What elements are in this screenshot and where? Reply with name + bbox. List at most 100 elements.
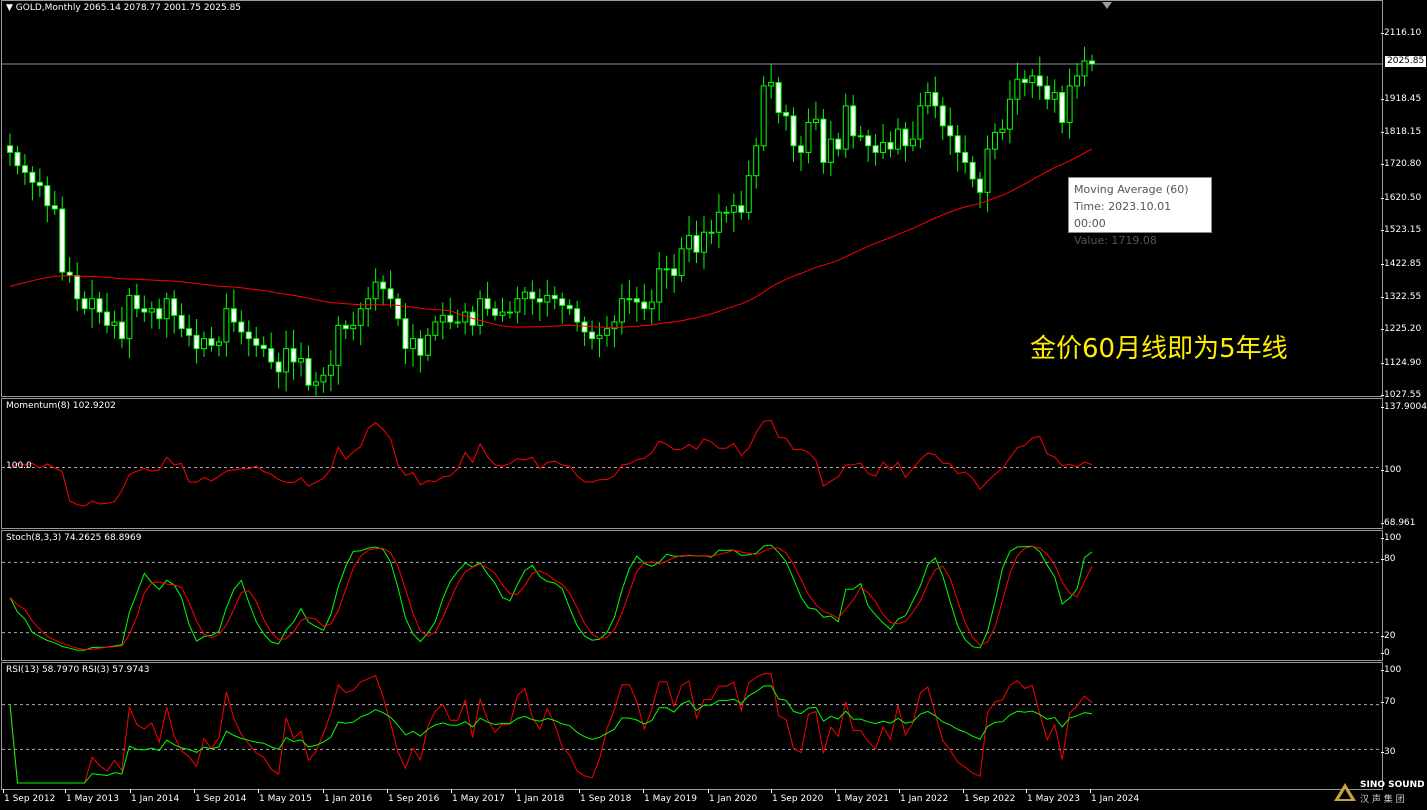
logo-text: SINO SOUND — [1360, 780, 1425, 790]
candle-body — [835, 138, 842, 150]
candle-body — [984, 148, 991, 193]
momentum-line — [9, 419, 1093, 507]
candle-body — [7, 145, 13, 153]
time-axis-label: 1 Jan 2018 — [514, 789, 565, 804]
candle-body — [118, 321, 125, 340]
candle-body — [238, 321, 245, 333]
time-axis-label: 1 Jan 2020 — [707, 789, 758, 804]
symbol-label: GOLD,Monthly — [15, 3, 81, 13]
price-tick: 1225.20 — [1380, 324, 1422, 335]
rsi-tick: 70 — [1380, 697, 1396, 707]
candle-body — [753, 145, 760, 177]
stochastic-tick: 100 — [1380, 533, 1402, 543]
candle-body — [171, 298, 178, 316]
candle-body — [253, 338, 260, 346]
candle-body — [312, 381, 319, 386]
candle-body — [544, 294, 551, 303]
candle-body — [999, 128, 1006, 133]
stochastic-tick: 80 — [1380, 554, 1396, 564]
candle-body — [842, 105, 849, 150]
candle-body — [939, 105, 946, 127]
candle-body — [163, 298, 170, 320]
momentum-tick: 68.961 — [1381, 518, 1416, 528]
stochastic-tick: 20 — [1380, 631, 1396, 641]
candle-body — [357, 308, 364, 326]
candle-body — [74, 274, 81, 300]
candle-body — [81, 298, 88, 310]
candle-body — [66, 271, 73, 276]
candle-body — [417, 338, 424, 356]
time-axis-label: 1 Jan 2022 — [898, 789, 949, 804]
sino-sound-logo: SINO SOUND 汉 声 集 团 — [1330, 779, 1427, 809]
candle-body — [902, 128, 909, 147]
candle-body — [850, 105, 857, 137]
momentum-tick: 137.9004 — [1381, 402, 1427, 412]
candle-body — [193, 334, 200, 350]
candle-body — [432, 321, 439, 336]
price-tick: 1720.80 — [1380, 159, 1422, 170]
rsi-pane[interactable]: RSI(13) 58.7970 RSI(3) 57.9743 — [1, 662, 1383, 790]
momentum-scale[interactable]: 137.9004 100 68.961 — [1380, 398, 1427, 529]
candle-body — [521, 291, 528, 300]
candle-body — [506, 311, 513, 314]
time-axis-label: 1 May 2023 — [1026, 789, 1080, 804]
momentum-ref-label: 100.0 — [6, 461, 32, 471]
candle-body — [402, 318, 409, 350]
candle-body — [820, 118, 827, 163]
candle-body — [186, 328, 193, 336]
collapse-icon[interactable]: ▼ — [6, 3, 13, 13]
chart-annotation: 金价60月线即为5年线 — [1030, 334, 1288, 364]
candle-body — [133, 294, 140, 310]
candle-body — [954, 135, 961, 153]
time-axis-label: 1 May 2021 — [835, 789, 889, 804]
price-tick: 1918.45 — [1380, 93, 1422, 104]
time-axis-label: 1 Sep 2020 — [770, 789, 824, 804]
candle-body — [290, 348, 297, 363]
time-axis-label: 1 Sep 2022 — [962, 789, 1016, 804]
candle-body — [409, 338, 416, 350]
candle-body — [894, 128, 901, 150]
time-axis[interactable]: 1 Sep 2012 1 May 2013 1 Jan 2014 1 Sep 2014… — [0, 789, 1427, 810]
candle-body — [783, 112, 790, 117]
candle-body — [492, 308, 499, 316]
stochastic-pane[interactable]: Stoch(8,3,3) 74.2625 68.8969 — [1, 530, 1383, 661]
candle-body — [126, 294, 133, 340]
candle-body — [1074, 75, 1081, 87]
candle-body — [454, 321, 461, 324]
rsi-scale[interactable]: 100 70 30 — [1380, 662, 1427, 790]
price-tick: 1322.55 — [1380, 291, 1422, 302]
candle-body — [327, 364, 334, 376]
candle-body — [648, 301, 655, 310]
candle-body — [536, 298, 543, 303]
stochastic-scale[interactable]: 100 80 20 0 — [1380, 530, 1427, 661]
candle-body — [827, 138, 834, 163]
candle-body — [1029, 75, 1036, 84]
candle-body — [678, 248, 685, 276]
time-axis-label: 1 Sep 2012 — [2, 789, 56, 804]
time-axis-label: 1 Sep 2014 — [193, 789, 247, 804]
price-tick: 1422.85 — [1380, 258, 1422, 269]
tooltip-time: Time: 2023.10.01 00:00 — [1074, 200, 1172, 230]
shift-marker-icon[interactable] — [1102, 2, 1112, 9]
logo-mark-icon — [1334, 783, 1356, 801]
rsi-label: RSI(13) 58.7970 RSI(3) 57.9743 — [6, 665, 150, 675]
candle-body — [21, 165, 28, 173]
candle-body — [148, 308, 155, 313]
candle-body — [880, 141, 887, 153]
candle-body — [89, 298, 96, 310]
candle-body — [909, 138, 916, 147]
candle-body — [805, 121, 812, 153]
candle-body — [514, 298, 521, 313]
momentum-pane[interactable]: Momentum(8) 102.9202 100.0 — [1, 398, 1383, 529]
candle-body — [760, 85, 767, 147]
time-axis-label: 1 Jan 2014 — [129, 789, 180, 804]
rsi-chart-svg — [2, 673, 1382, 784]
stochastic-k-line — [9, 544, 1093, 651]
candle-body — [1051, 92, 1058, 100]
candle-body — [1059, 92, 1066, 123]
time-axis-label: 1 May 2017 — [451, 789, 505, 804]
candle-body — [1036, 75, 1043, 87]
candle-body — [991, 131, 998, 150]
candle-body — [395, 298, 402, 320]
candle-body — [738, 205, 745, 213]
